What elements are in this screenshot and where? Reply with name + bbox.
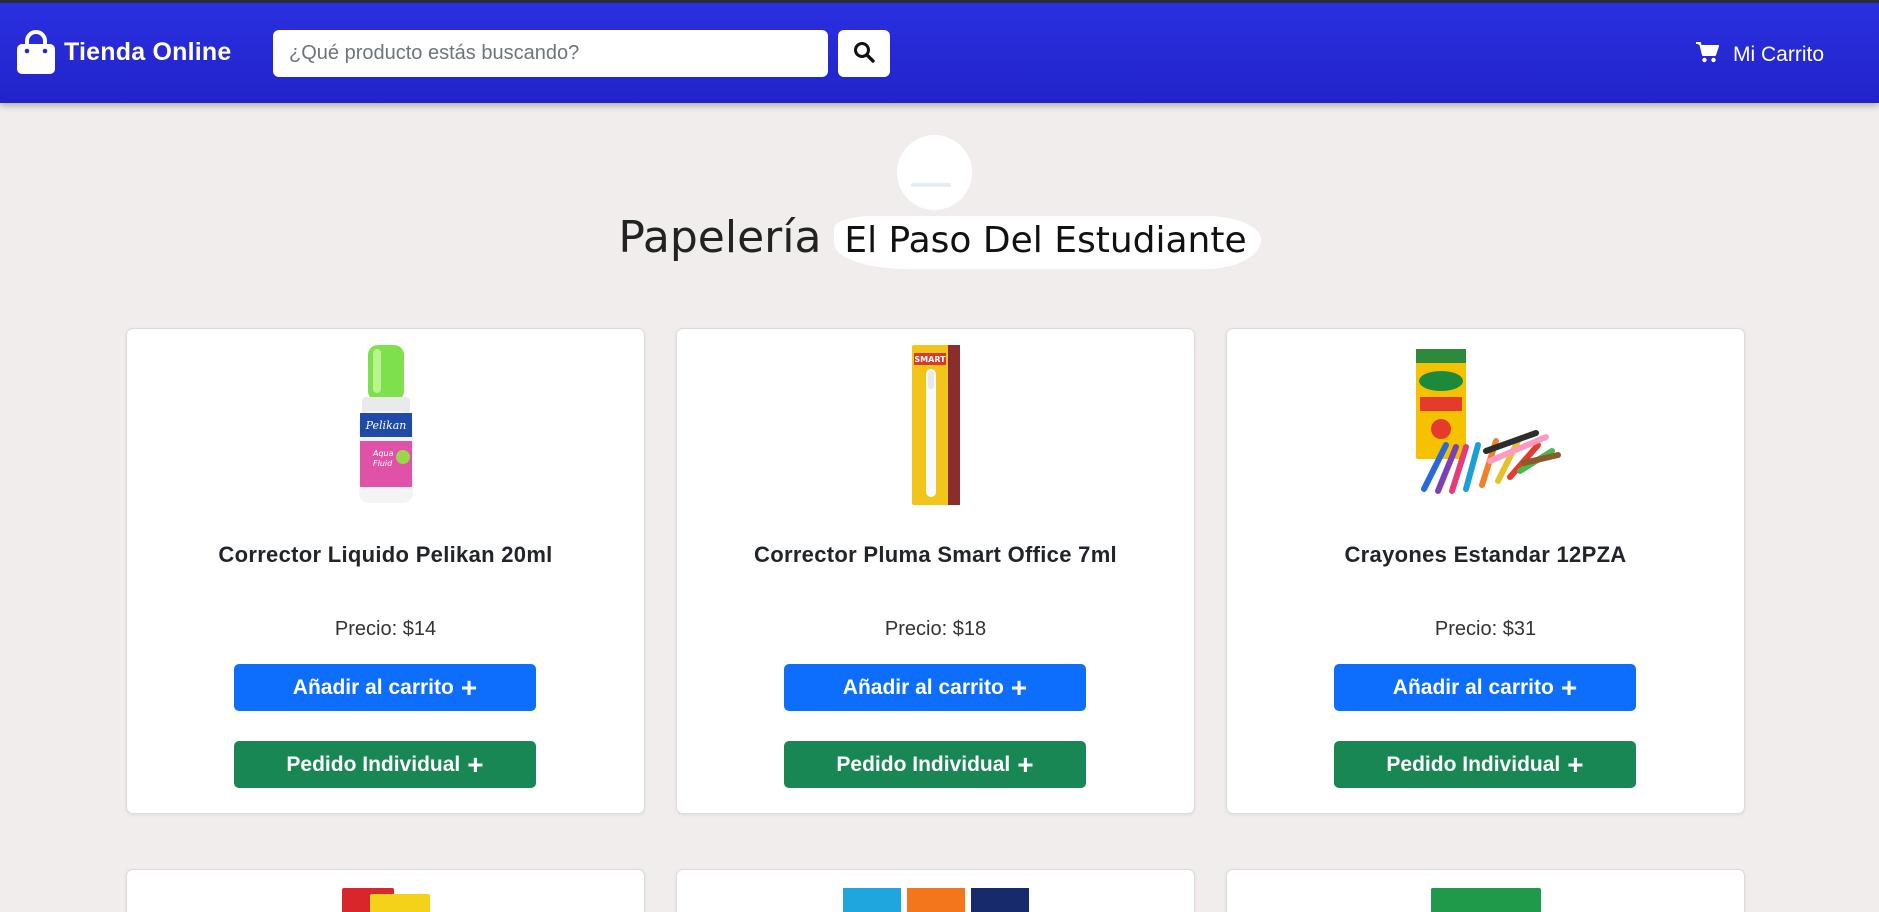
add-to-cart-label: Añadir al carrito	[842, 675, 1004, 699]
individual-order-label: Pedido Individual	[836, 752, 1011, 776]
plus-icon: +	[460, 671, 478, 703]
product-name: Corrector Pluma Smart Office 7ml	[754, 542, 1117, 567]
product-card	[1226, 869, 1745, 912]
store-title-part2: El Paso Del Estudiante	[834, 216, 1261, 269]
shopping-bag-icon	[16, 30, 56, 74]
individual-order-button[interactable]: Pedido Individual +	[234, 741, 536, 788]
product-price: Precio: $14	[334, 618, 437, 640]
cart-link[interactable]: Mi Carrito	[1695, 41, 1824, 69]
svg-text:Pelikan: Pelikan	[364, 419, 406, 432]
add-to-cart-label: Añadir al carrito	[292, 675, 454, 699]
store-title: Papelería El Paso Del Estudiante	[618, 212, 1261, 269]
product-image-pelikan-corrector: Pelikan Aqua Fluid	[127, 341, 644, 506]
add-to-cart-button[interactable]: Añadir al carrito +	[784, 664, 1086, 711]
plus-icon: +	[1560, 671, 1578, 703]
product-image	[677, 888, 1194, 912]
plus-icon: +	[1567, 748, 1584, 780]
individual-order-label: Pedido Individual	[1386, 752, 1561, 776]
product-price: Precio: $18	[884, 618, 987, 640]
product-image-crayola-crayons	[1227, 341, 1744, 506]
product-image	[127, 888, 644, 912]
plus-icon: +	[1017, 748, 1034, 780]
product-card: Pelikan Aqua Fluid Corrector Liquido Pel…	[126, 328, 645, 814]
cart-label: Mi Carrito	[1733, 43, 1825, 66]
brand-link[interactable]: Tienda Online	[16, 30, 231, 74]
navbar: Tienda Online Mi Carrito	[0, 3, 1879, 103]
svg-text:Fluid: Fluid	[373, 459, 393, 468]
plus-icon: +	[467, 748, 484, 780]
product-image	[1227, 888, 1744, 912]
product-card: SMART Corrector Pluma Smart Office 7ml P…	[676, 328, 1195, 814]
individual-order-label: Pedido Individual	[286, 752, 461, 776]
search-button[interactable]	[838, 30, 890, 77]
search-icon	[853, 41, 875, 66]
store-title-part1: Papelería	[618, 212, 822, 263]
search-input[interactable]	[273, 30, 828, 77]
add-to-cart-label: Añadir al carrito	[1392, 675, 1554, 699]
store-logo	[897, 135, 972, 210]
svg-text:Aqua: Aqua	[372, 449, 394, 458]
plus-icon: +	[1010, 671, 1028, 703]
add-to-cart-button[interactable]: Añadir al carrito +	[234, 664, 536, 711]
product-card: Crayones Estandar 12PZA Precio: $31 Añad…	[1226, 328, 1745, 814]
cart-icon	[1695, 41, 1733, 69]
individual-order-button[interactable]: Pedido Individual +	[1334, 741, 1636, 788]
svg-text:SMART: SMART	[914, 355, 946, 364]
product-card	[676, 869, 1195, 912]
add-to-cart-button[interactable]: Añadir al carrito +	[1334, 664, 1636, 711]
product-name: Crayones Estandar 12PZA	[1344, 542, 1627, 567]
product-card	[126, 869, 645, 912]
product-price: Precio: $31	[1434, 618, 1537, 640]
individual-order-button[interactable]: Pedido Individual +	[784, 741, 1086, 788]
product-name: Corrector Liquido Pelikan 20ml	[218, 542, 553, 567]
brand-name: Tienda Online	[64, 37, 232, 66]
product-image-smart-office-corrector-pen: SMART	[677, 341, 1194, 506]
